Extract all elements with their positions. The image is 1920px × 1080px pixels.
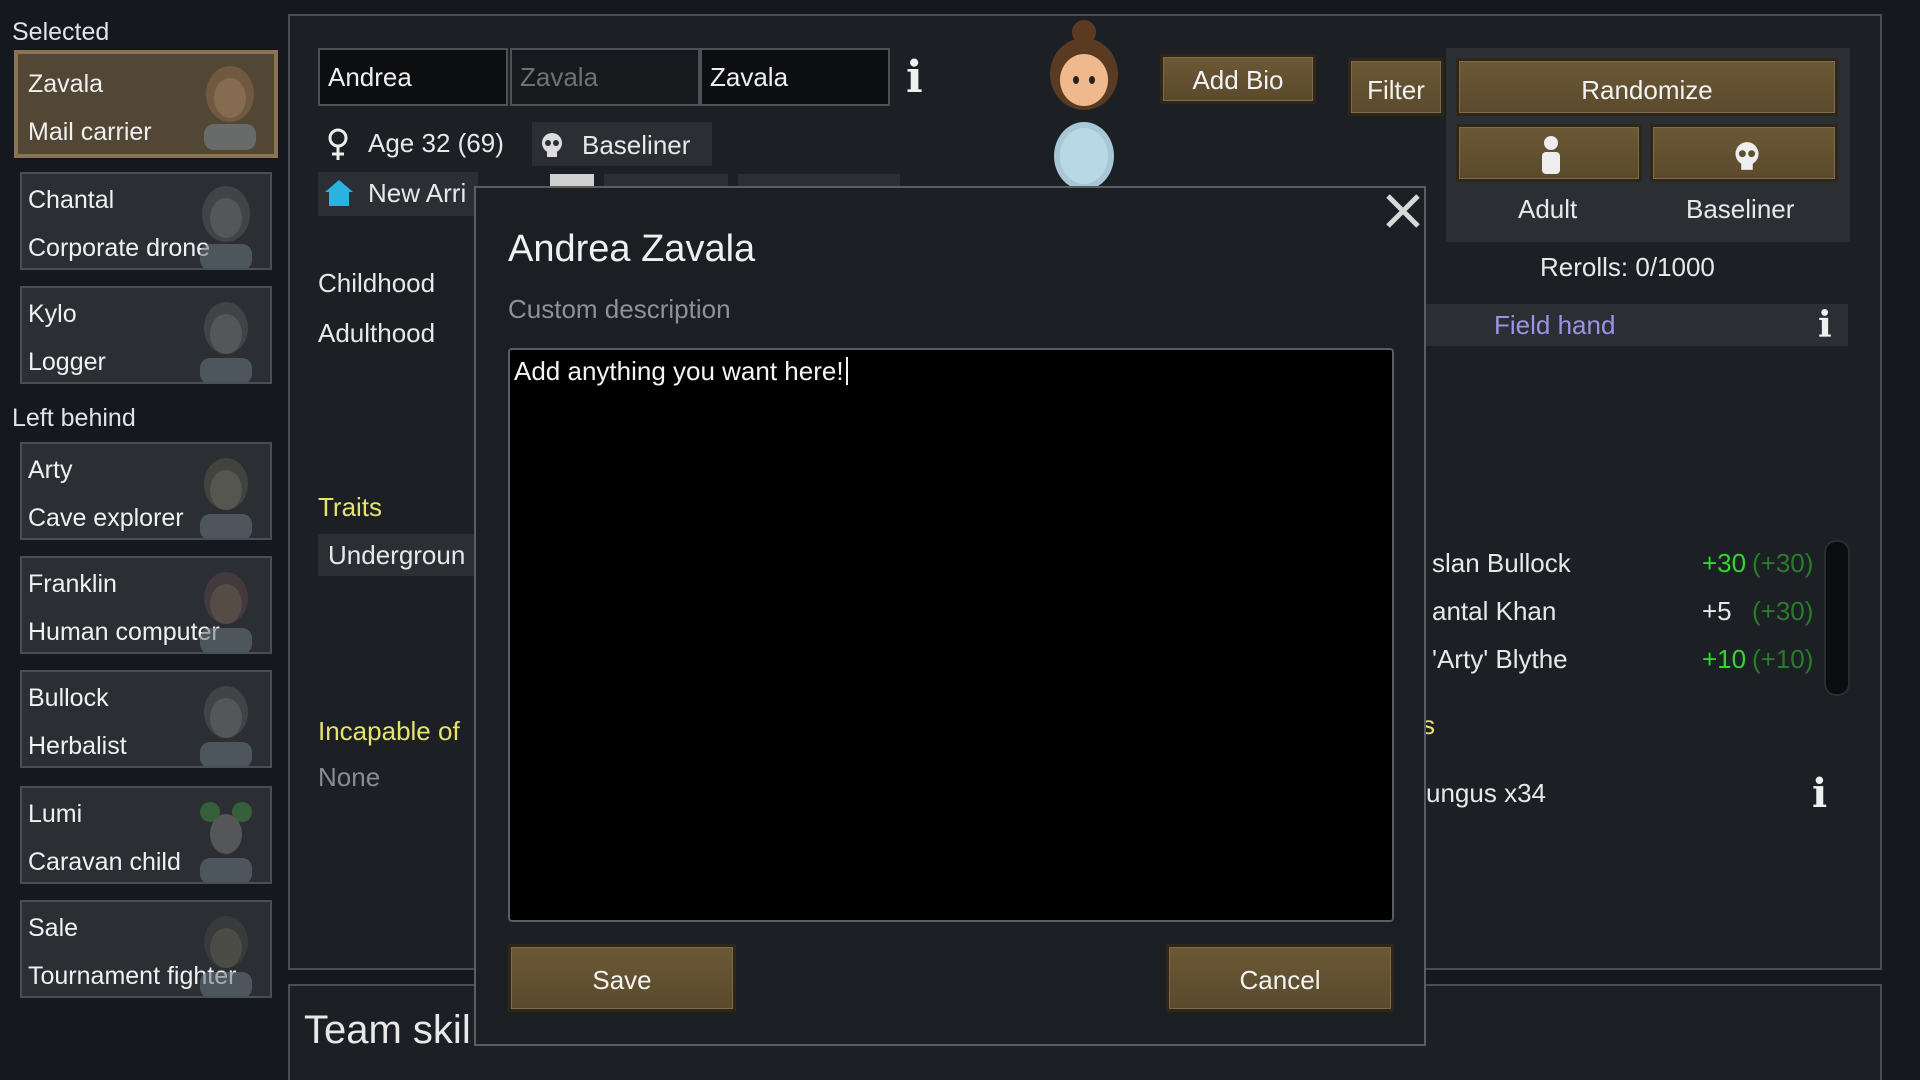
faction-label: New Arri (368, 178, 467, 208)
female-gender-icon (328, 128, 348, 160)
info-icon[interactable]: i (1818, 304, 1832, 346)
pawn-name: Bullock (28, 684, 109, 712)
faction-tag[interactable]: New Arri (318, 172, 478, 216)
pawn-portrait-icon (200, 916, 252, 996)
pawn-job: Caravan child (28, 848, 181, 876)
pawn-job: Logger (28, 348, 106, 376)
relation-opinion: +10 (1702, 644, 1747, 674)
close-icon[interactable] (1382, 190, 1424, 232)
pawn-card[interactable]: Franklin Human computer (20, 556, 272, 654)
trait-tag[interactable]: Undergroun (318, 534, 478, 576)
pawn-portrait-icon (200, 686, 252, 766)
relation-name: antal Khan (1432, 596, 1557, 626)
adult-label: Adult (1518, 194, 1578, 224)
relation-opinion-total: (+30) (1752, 596, 1814, 626)
childhood-label: Childhood (318, 268, 436, 298)
relation-opinion: +5 (1702, 596, 1732, 626)
pawn-card[interactable]: Lumi Caravan child (20, 786, 272, 884)
pawn-card[interactable]: Zavala Mail carrier (14, 50, 278, 158)
relation-opinion-total: (+30) (1752, 548, 1814, 578)
pawn-portrait-icon (200, 458, 252, 538)
left-behind-section-label: Left behind (12, 404, 136, 432)
pawn-card[interactable]: Bullock Herbalist (20, 670, 272, 768)
pawn-name: Lumi (28, 800, 83, 828)
pawn-job: Mail carrier (28, 118, 152, 146)
dialog-title: Andrea Zavala (508, 228, 756, 270)
last-name-field[interactable]: Zavala (700, 48, 890, 106)
pawn-name: Franklin (28, 570, 117, 598)
pawn-name: Arty (28, 456, 73, 484)
pawn-card[interactable]: Arty Cave explorer (20, 442, 272, 540)
lock-age-button[interactable] (1456, 124, 1642, 182)
pawn-name: Zavala (28, 70, 104, 98)
pawn-job: Corporate drone (28, 234, 211, 262)
selected-section-label: Selected (12, 18, 110, 46)
adulthood-label: Adulthood (318, 318, 436, 348)
text-caret (845, 357, 848, 385)
pawn-portrait-icon (200, 186, 252, 268)
pawn-portrait-icon (204, 66, 256, 150)
relation-opinion: +30 (1702, 548, 1747, 578)
pawn-portrait-icon (200, 302, 252, 382)
xenotype-label: Baseliner (582, 130, 691, 160)
skull-icon (542, 133, 562, 157)
possession-item: ungus x34 (1426, 778, 1546, 808)
nickname-field[interactable]: Zavala (510, 48, 700, 106)
filter-button[interactable]: Filter (1348, 58, 1444, 116)
pawn-portrait-icon (200, 572, 252, 652)
age-label: Age 32 (69) (368, 128, 504, 158)
trait-label: Undergroun (328, 540, 466, 570)
team-skills-title: Team skil (304, 1008, 471, 1052)
bio-dialog: Andrea Zavala Custom description Add any… (474, 186, 1426, 1046)
baseliner-label: Baseliner (1686, 194, 1795, 224)
cancel-button[interactable]: Cancel (1166, 944, 1394, 1012)
incapable-label: Incapable of (318, 716, 460, 746)
skull-icon (1735, 142, 1759, 170)
relations-scrollbar[interactable] (1824, 540, 1850, 696)
description-text: Add anything you want here! (514, 356, 844, 386)
pawn-name: Chantal (28, 186, 115, 214)
lock-xenotype-button[interactable] (1650, 124, 1838, 182)
relation-name: 'Arty' Blythe (1432, 644, 1568, 674)
info-icon[interactable]: i (906, 52, 923, 103)
pawn-card[interactable]: Kylo Logger (20, 286, 272, 384)
pawn-name: Kylo (28, 300, 77, 328)
adult-icon (1542, 136, 1560, 174)
rerolls-label: Rerolls: 0/1000 (1540, 252, 1715, 282)
adulthood-value: Field hand (1494, 310, 1616, 340)
pawn-card[interactable]: Chantal Corporate drone (20, 172, 272, 270)
traits-label: Traits (318, 492, 383, 522)
description-textarea[interactable]: Add anything you want here! (508, 348, 1394, 922)
pawn-job: Cave explorer (28, 504, 184, 532)
pawn-name: Sale (28, 914, 79, 942)
save-button[interactable]: Save (508, 944, 736, 1012)
dialog-subtitle: Custom description (508, 294, 731, 324)
relation-opinion-total: (+10) (1752, 644, 1814, 674)
pawn-portrait-icon (200, 802, 252, 882)
pawn-job: Herbalist (28, 732, 127, 760)
adulthood-backstory[interactable]: Field hand i (1426, 304, 1848, 346)
info-icon[interactable]: i (1812, 770, 1827, 817)
relation-name: slan Bullock (1432, 548, 1571, 578)
xenotype-tag[interactable]: Baseliner (532, 122, 712, 166)
incapable-value: None (318, 762, 381, 792)
pawn-preview-icon (1050, 20, 1118, 188)
house-icon (325, 180, 353, 206)
first-name-field[interactable]: Andrea (318, 48, 508, 106)
pawn-card[interactable]: Sale Tournament fighter (20, 900, 272, 998)
randomize-button[interactable]: Randomize (1456, 58, 1838, 116)
add-bio-button[interactable]: Add Bio (1160, 54, 1316, 104)
